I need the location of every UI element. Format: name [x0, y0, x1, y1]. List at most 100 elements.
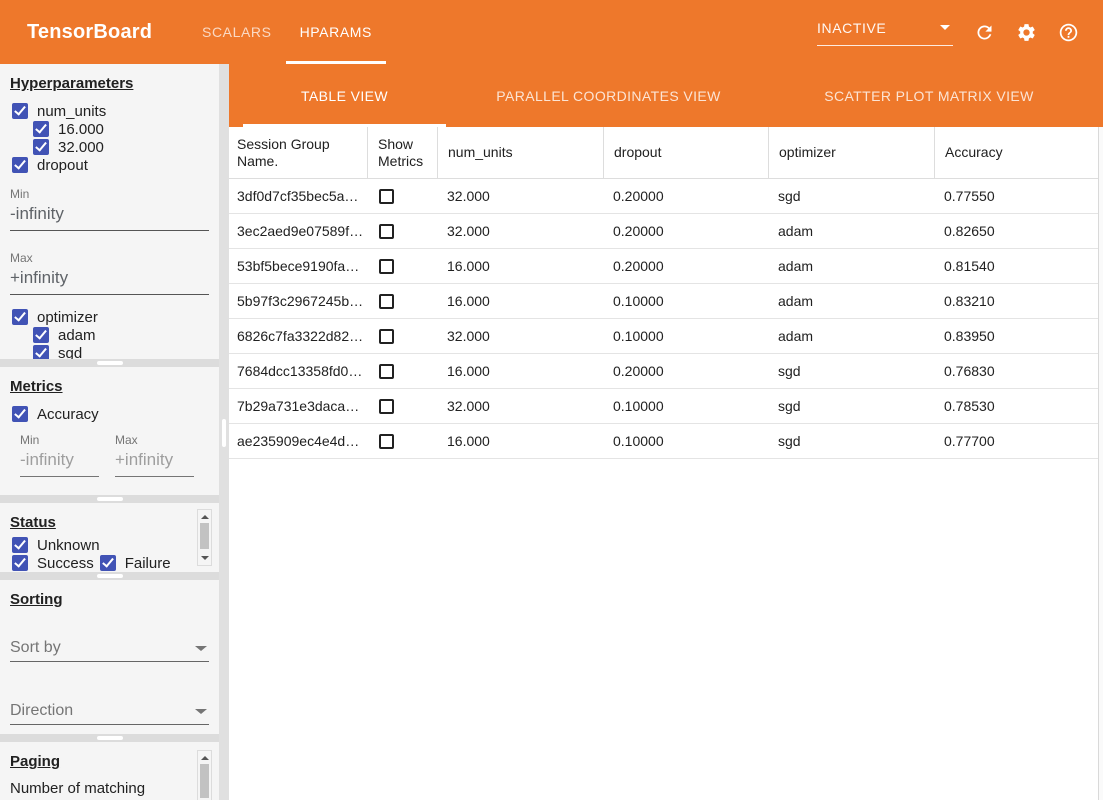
session-group-row: 3df0d7cf35bec5a… 32.000 0.20000 sgd 0.77…: [229, 179, 1098, 214]
session-group-name-cell: 6826c7fa3322d82…: [229, 328, 367, 344]
paging-heading: Paging: [0, 742, 219, 771]
show-metrics-cell: [367, 224, 437, 239]
status-heading: Status: [0, 503, 219, 532]
top-app-bar: TensorBoard SCALARS HPARAMS INACTIVE: [0, 0, 1103, 64]
session-group-name-cell: 53bf5bece9190fa…: [229, 258, 367, 274]
dropout-cell: 0.10000: [603, 433, 768, 449]
main-scrollbar-gutter[interactable]: [1098, 127, 1103, 800]
show-metrics-checkbox[interactable]: [379, 224, 394, 239]
dropout-max-input[interactable]: +infinity: [10, 265, 209, 295]
session-group-row: 5b97f3c2967245b… 16.000 0.10000 adam 0.8…: [229, 284, 1098, 319]
dropout-checkbox[interactable]: [12, 157, 28, 173]
dropout-min-input[interactable]: -infinity: [10, 201, 209, 231]
metric-list: Accuracy: [0, 405, 219, 423]
optimizer-adam-checkbox[interactable]: [33, 327, 49, 343]
num-units-checkbox[interactable]: [12, 103, 28, 119]
session-group-row: 53bf5bece9190fa… 16.000 0.20000 adam 0.8…: [229, 249, 1098, 284]
status-failure-label: Failure: [125, 555, 171, 572]
sidebar-resize-handle[interactable]: [222, 419, 226, 447]
tab-table-view[interactable]: TABLE VIEW: [243, 64, 446, 127]
panel-resize-handle[interactable]: [97, 736, 123, 740]
panel-resize-handle[interactable]: [97, 361, 123, 365]
show-metrics-checkbox[interactable]: [379, 294, 394, 309]
panel-divider: [0, 572, 219, 580]
num-units-32-checkbox[interactable]: [33, 139, 49, 155]
sorting-panel: Sorting Sort by Direction: [0, 580, 219, 734]
paging-scrollbar[interactable]: [197, 750, 212, 800]
accuracy-max-field: Max +infinity: [115, 433, 194, 477]
show-metrics-cell: [367, 434, 437, 449]
show-metrics-checkbox[interactable]: [379, 189, 394, 204]
metric-accuracy-row: Accuracy: [0, 405, 219, 423]
show-metrics-checkbox[interactable]: [379, 364, 394, 379]
scrollbar-thumb[interactable]: [200, 523, 209, 549]
accuracy-cell: 0.78530: [934, 398, 1098, 414]
status-failure-checkbox[interactable]: [100, 555, 116, 571]
tab-hparams[interactable]: HPARAMS: [286, 0, 386, 64]
table-header: Session Group Name. Show Metrics num_uni…: [229, 127, 1098, 179]
num-units-cell: 16.000: [437, 363, 603, 379]
hyperparameters-heading: Hyperparameters: [0, 64, 219, 93]
show-metrics-checkbox[interactable]: [379, 399, 394, 414]
scrollbar-thumb[interactable]: [200, 764, 209, 798]
dropout-cell: 0.20000: [603, 223, 768, 239]
direction-dropdown[interactable]: Direction: [10, 702, 209, 725]
scroll-up-arrow-icon[interactable]: [201, 515, 209, 519]
panel-resize-handle[interactable]: [97, 574, 123, 578]
sorting-heading: Sorting: [0, 580, 219, 609]
accuracy-cell: 0.81540: [934, 258, 1098, 274]
settings-gear-icon[interactable]: [1015, 21, 1037, 43]
accuracy-checkbox[interactable]: [12, 406, 28, 422]
show-metrics-checkbox[interactable]: [379, 259, 394, 274]
scroll-up-arrow-icon[interactable]: [201, 756, 209, 760]
status-unknown-item: Unknown: [12, 536, 100, 554]
tab-scatter-plot-matrix-view[interactable]: SCATTER PLOT MATRIX VIEW: [771, 64, 1087, 127]
num-units-cell: 16.000: [437, 293, 603, 309]
tab-parallel-coordinates-view[interactable]: PARALLEL COORDINATES VIEW: [446, 64, 771, 127]
panel-resize-handle[interactable]: [97, 497, 123, 501]
optimizer-value-row: sgd: [0, 344, 219, 359]
dropout-max-field: Max +infinity: [10, 251, 209, 295]
sidebar-splitter[interactable]: [219, 64, 229, 800]
hyperparameters-panel: Hyperparameters num_units 16.000 32.000 …: [0, 64, 219, 359]
optimizer-sgd-checkbox[interactable]: [33, 345, 49, 359]
status-unknown-checkbox[interactable]: [12, 537, 28, 553]
show-metrics-cell: [367, 329, 437, 344]
num-units-cell: 16.000: [437, 433, 603, 449]
status-scrollbar[interactable]: [197, 509, 212, 566]
scroll-down-arrow-icon[interactable]: [201, 556, 209, 560]
session-group-name-cell: 3ec2aed9e07589f…: [229, 223, 367, 239]
dropout-cell: 0.20000: [603, 363, 768, 379]
optimizer-cell: sgd: [768, 363, 934, 379]
hparam-num-units-row: num_units: [0, 102, 219, 120]
session-group-row: ae235909ec4e4d… 16.000 0.10000 sgd 0.777…: [229, 424, 1098, 459]
column-session-group-name: Session Group Name.: [229, 127, 367, 178]
accuracy-min-input[interactable]: -infinity: [20, 447, 99, 477]
dropout-cell: 0.20000: [603, 188, 768, 204]
sort-by-dropdown[interactable]: Sort by: [10, 639, 209, 662]
accuracy-cell: 0.82650: [934, 223, 1098, 239]
refresh-icon[interactable]: [973, 21, 995, 43]
help-icon[interactable]: [1057, 21, 1079, 43]
status-options: Unknown Success Failure Running: [0, 536, 190, 572]
dropout-cell: 0.20000: [603, 258, 768, 274]
session-group-row: 6826c7fa3322d82… 32.000 0.10000 adam 0.8…: [229, 319, 1098, 354]
dropout-label: dropout: [37, 157, 88, 174]
chevron-down-icon: [195, 646, 207, 651]
optimizer-checkbox[interactable]: [12, 309, 28, 325]
run-status-dropdown[interactable]: INACTIVE: [817, 18, 953, 46]
num-units-16-checkbox[interactable]: [33, 121, 49, 137]
status-success-checkbox[interactable]: [12, 555, 28, 571]
num-units-cell: 32.000: [437, 328, 603, 344]
column-optimizer: optimizer: [768, 127, 934, 178]
show-metrics-checkbox[interactable]: [379, 329, 394, 344]
chevron-down-icon: [195, 709, 207, 714]
optimizer-cell: adam: [768, 328, 934, 344]
tab-scalars[interactable]: SCALARS: [188, 0, 286, 64]
accuracy-max-input[interactable]: +infinity: [115, 447, 194, 477]
show-metrics-checkbox[interactable]: [379, 434, 394, 449]
accuracy-cell: 0.76830: [934, 363, 1098, 379]
metrics-heading: Metrics: [0, 367, 219, 396]
column-num-units: num_units: [437, 127, 603, 178]
show-metrics-cell: [367, 399, 437, 414]
